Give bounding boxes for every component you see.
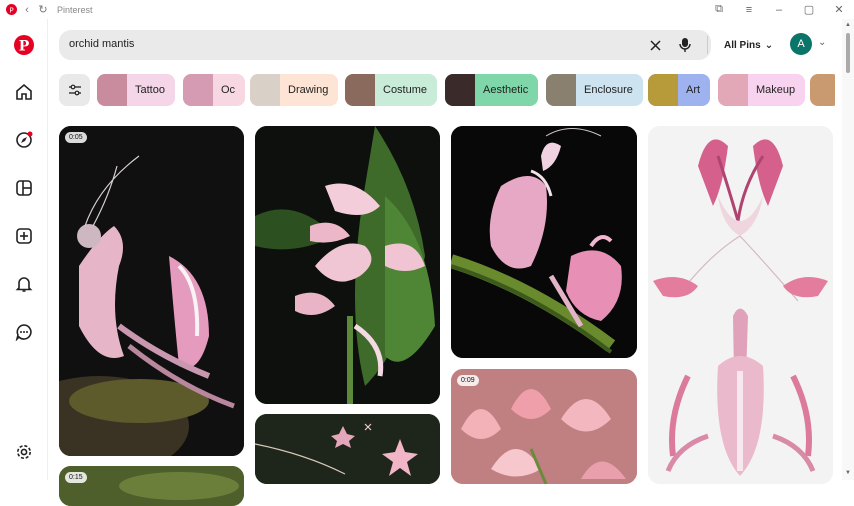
menu-icon[interactable]: ≡: [734, 4, 764, 16]
pin-card[interactable]: 0:09: [451, 369, 637, 484]
chip-costume[interactable]: Costume: [345, 74, 438, 106]
video-duration-badge: 0:09: [457, 375, 479, 386]
pin-image: [451, 126, 637, 358]
chip-label: Aesthetic: [483, 84, 529, 96]
scroll-up-arrow-icon[interactable]: ▲: [844, 22, 852, 28]
pin-image: [255, 126, 440, 404]
sidebar: P: [0, 19, 48, 480]
home-icon[interactable]: [12, 80, 36, 104]
chip-art[interactable]: Art: [648, 74, 711, 106]
pin-card[interactable]: [255, 126, 440, 404]
window-titlebar: P ‹ ↻ Pinterest ⧉ ≡ – ▢ ✕: [0, 0, 854, 19]
notifications-bell-icon[interactable]: [12, 272, 36, 296]
chip-thumbnail: [810, 74, 835, 106]
explore-icon[interactable]: [12, 128, 36, 152]
chip-thumbnail: [183, 74, 213, 106]
scroll-down-arrow-icon[interactable]: ▼: [844, 470, 852, 476]
chip-label: Tattoo: [135, 84, 165, 96]
pin-image: [59, 466, 244, 506]
chip-label: Costume: [383, 84, 428, 96]
chip-thumbnail: [345, 74, 375, 106]
search-header: orchid mantis All Pins ⌄ A ⌄: [48, 19, 838, 71]
chip-thumbnail: [718, 74, 748, 106]
chip-aesthetic[interactable]: Aesthetic: [445, 74, 539, 106]
refresh-icon[interactable]: ↻: [35, 2, 51, 18]
close-window-button[interactable]: ✕: [824, 3, 854, 16]
search-input[interactable]: orchid mantis: [69, 38, 134, 50]
svg-text:P: P: [9, 5, 14, 14]
minimize-button[interactable]: –: [764, 4, 794, 16]
chip-thumbnail: [250, 74, 280, 106]
video-duration-badge: 0:15: [65, 472, 87, 483]
boards-icon[interactable]: [12, 176, 36, 200]
chip-drawing[interactable]: Drawing: [250, 74, 339, 106]
window-title: Pinterest: [57, 4, 93, 15]
search-divider: [707, 36, 708, 54]
chip-makeup[interactable]: Makeup: [718, 74, 806, 106]
chip-oc[interactable]: Oc: [183, 74, 246, 106]
chip-label: Art: [686, 84, 701, 96]
pin-card[interactable]: [451, 126, 637, 358]
pin-image: [59, 126, 244, 456]
pinterest-logo-small-icon: P: [3, 2, 19, 18]
chip-more[interactable]: [810, 74, 835, 106]
pin-card[interactable]: 0:15: [59, 466, 244, 506]
settings-gear-icon[interactable]: [12, 440, 36, 464]
page-scrollbar[interactable]: ▲ ▼: [842, 19, 854, 480]
create-icon[interactable]: [12, 224, 36, 248]
chip-label: Makeup: [756, 84, 796, 96]
pins-filter-label: All Pins: [724, 39, 761, 51]
messages-icon[interactable]: [12, 320, 36, 344]
pinterest-logo-icon[interactable]: P: [12, 33, 36, 57]
pin-image: [255, 414, 440, 484]
extensions-icon[interactable]: ⧉: [704, 3, 734, 16]
pin-image: [648, 126, 833, 484]
pin-card[interactable]: [255, 414, 440, 484]
pins-filter-dropdown[interactable]: All Pins ⌄: [724, 37, 773, 53]
pin-card[interactable]: [648, 126, 833, 484]
pin-image: [451, 369, 637, 484]
chip-thumbnail: [648, 74, 678, 106]
chip-label: Enclosure: [584, 84, 633, 96]
chip-thumbnail: [546, 74, 576, 106]
chip-thumbnail: [445, 74, 475, 106]
avatar[interactable]: A: [790, 33, 812, 55]
maximize-button[interactable]: ▢: [794, 3, 824, 16]
chevron-down-icon: ⌄: [764, 39, 774, 51]
microphone-icon[interactable]: [676, 36, 694, 54]
pin-card[interactable]: 0:05: [59, 126, 244, 456]
chip-thumbnail: [97, 74, 127, 106]
video-duration-badge: 0:05: [65, 132, 87, 143]
back-arrow-icon[interactable]: ‹: [19, 2, 35, 18]
search-bar[interactable]: orchid mantis All Pins ⌄: [59, 30, 773, 60]
clear-search-icon[interactable]: [647, 37, 663, 53]
chip-label: Drawing: [288, 84, 329, 96]
guided-search-chips: Tattoo Oc Drawing Costume Aesthetic Encl…: [59, 74, 835, 106]
chip-label: Oc: [221, 84, 236, 96]
chip-enclosure[interactable]: Enclosure: [546, 74, 643, 106]
svg-text:P: P: [19, 39, 30, 55]
filter-sliders-button[interactable]: [59, 74, 90, 106]
account-chevron-down-icon[interactable]: ⌄: [818, 37, 826, 48]
chip-tattoo[interactable]: Tattoo: [97, 74, 175, 106]
scrollbar-thumb[interactable]: [846, 33, 850, 73]
